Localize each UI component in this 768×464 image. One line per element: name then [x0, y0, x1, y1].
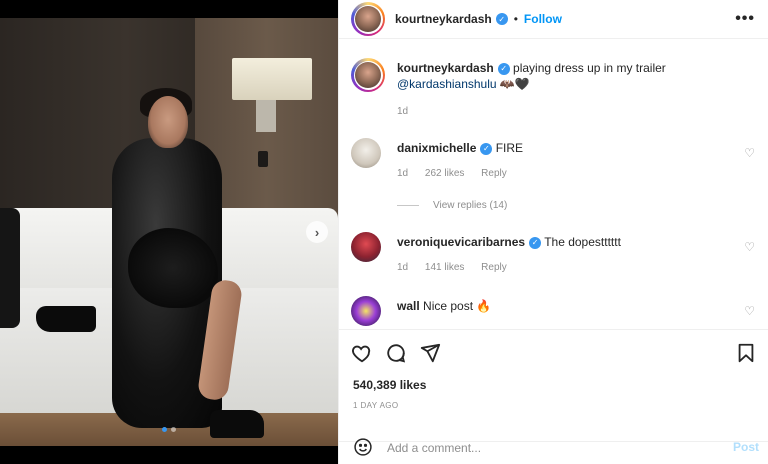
commenter-avatar[interactable]: [351, 296, 381, 326]
person-head: [148, 96, 188, 148]
next-slide-button[interactable]: ›: [306, 221, 328, 243]
post-actions: 540,389 likes 1 DAY AGO: [339, 332, 768, 442]
commenter-avatar[interactable]: [351, 232, 381, 262]
share-send-icon[interactable]: [419, 342, 441, 367]
author-avatar[interactable]: [351, 2, 385, 36]
verified-badge-icon: ✓: [497, 62, 510, 75]
caption-mention-link[interactable]: @kardashianshulu: [397, 77, 497, 91]
more-options-icon[interactable]: •••: [735, 10, 755, 28]
comment-bubble-icon[interactable]: [385, 342, 407, 367]
comment-time[interactable]: 1d: [397, 262, 408, 273]
couch-arm: [0, 208, 20, 328]
post-media[interactable]: ›: [0, 0, 338, 464]
verified-badge-icon: ✓: [529, 236, 542, 249]
verified-badge-icon: ✓: [480, 142, 493, 155]
instagram-post: › kourtneykardash ✓ • Follow ••• kourtne…: [0, 0, 768, 464]
post-comment-button[interactable]: Post: [733, 440, 759, 454]
comment-text: Nice post 🔥: [423, 299, 492, 313]
action-icons: [351, 342, 441, 367]
comment-text: FIRE: [495, 141, 524, 155]
like-comment-heart-icon[interactable]: ♡: [744, 146, 755, 160]
view-replies-button[interactable]: View replies (14): [397, 200, 507, 211]
comment-time[interactable]: 1d: [397, 168, 408, 179]
comment-likes[interactable]: 141 likes: [425, 262, 464, 273]
separator-dot: •: [513, 12, 518, 26]
shoe-left: [36, 306, 96, 332]
comment-text: The dopestttttt: [544, 235, 621, 249]
caption-avatar[interactable]: [351, 58, 385, 92]
caption-username[interactable]: kourtneykardash: [397, 61, 494, 75]
post-photo: [0, 18, 338, 446]
post-timestamp[interactable]: 1 DAY AGO: [353, 401, 399, 410]
save-bookmark-icon[interactable]: [735, 342, 757, 367]
commenter-avatar[interactable]: [351, 138, 381, 168]
caption-emojis: 🦇🖤: [499, 77, 530, 91]
reply-button[interactable]: Reply: [481, 168, 507, 179]
replies-divider: [397, 205, 419, 206]
follow-button[interactable]: Follow: [524, 12, 562, 26]
comment-username[interactable]: danixmichelle: [397, 141, 476, 155]
like-comment-heart-icon[interactable]: ♡: [744, 304, 755, 318]
shoe-right: [210, 410, 264, 438]
post-side-panel: kourtneykardash ✓ • Follow ••• kourtneyk…: [338, 0, 768, 464]
comments-section[interactable]: kourtneykardash ✓ playing dress up in my …: [339, 40, 768, 330]
post-header: kourtneykardash ✓ • Follow •••: [339, 0, 768, 39]
chevron-right-icon: ›: [314, 224, 320, 240]
wall-lamp: [232, 58, 312, 100]
comment-likes[interactable]: 262 likes: [425, 168, 464, 179]
author-username[interactable]: kourtneykardash: [395, 12, 492, 26]
add-comment-bar: Post: [339, 432, 768, 464]
likes-count[interactable]: 540,389 likes: [353, 378, 426, 392]
caption-time[interactable]: 1d: [397, 106, 408, 117]
lamp-arm: [256, 100, 276, 132]
verified-badge-icon: ✓: [495, 13, 508, 25]
emoji-smiley-icon[interactable]: [353, 437, 373, 460]
view-replies-label: View replies (14): [433, 200, 508, 211]
caption-text: playing dress up in my trailer: [513, 61, 666, 75]
carousel-dot-active: [162, 427, 167, 432]
comment-username[interactable]: veroniquevicaribarnes: [397, 235, 525, 249]
wall-outlet: [258, 151, 268, 167]
comment-username[interactable]: wall: [397, 299, 420, 313]
add-comment-input[interactable]: [387, 441, 707, 455]
like-comment-heart-icon[interactable]: ♡: [744, 240, 755, 254]
carousel-indicator: [0, 427, 338, 432]
reply-button[interactable]: Reply: [481, 262, 507, 273]
carousel-dot: [171, 427, 176, 432]
like-heart-icon[interactable]: [351, 342, 373, 367]
